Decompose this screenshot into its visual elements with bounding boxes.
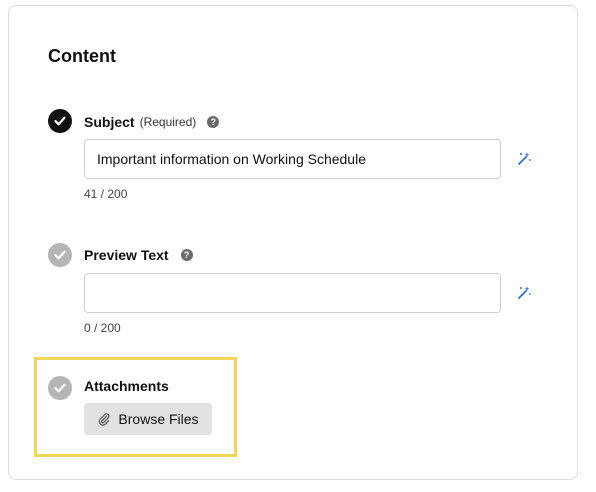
attachments-status-icon <box>48 376 72 400</box>
required-label: (Required) <box>139 115 197 129</box>
preview-char-counter: 0 / 200 <box>84 321 121 335</box>
preview-text-input[interactable] <box>84 273 501 313</box>
browse-files-button[interactable]: Browse Files <box>84 403 212 435</box>
preview-label-row: Preview Text ? <box>84 247 193 263</box>
attachments-label: Attachments <box>84 378 169 394</box>
checkmark-icon <box>54 250 66 260</box>
magic-wand-icon[interactable] <box>516 284 532 300</box>
help-icon[interactable]: ? <box>207 116 220 128</box>
subject-label: Subject <box>84 114 135 130</box>
section-title: Content <box>48 46 116 66</box>
help-icon[interactable]: ? <box>180 249 193 261</box>
browse-files-label: Browse Files <box>118 411 199 427</box>
preview-label: Preview Text <box>84 247 169 263</box>
paperclip-icon <box>99 413 110 426</box>
subject-input[interactable] <box>84 139 501 179</box>
checkmark-icon <box>54 116 66 126</box>
subject-char-counter: 41 / 200 <box>84 187 128 201</box>
subject-label-row: Subject (Required) ? <box>84 114 220 130</box>
attachments-label-row: Attachments <box>84 378 169 394</box>
subject-status-icon <box>48 109 72 133</box>
magic-wand-icon[interactable] <box>516 150 532 166</box>
checkmark-icon <box>54 383 66 393</box>
preview-status-icon <box>48 243 72 267</box>
